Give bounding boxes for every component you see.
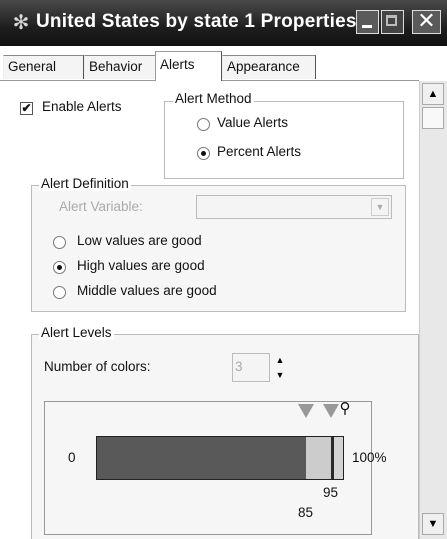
alert-method-legend: Alert Method (173, 91, 254, 106)
color-segment-high[interactable] (331, 437, 334, 479)
color-segment-mid[interactable] (306, 437, 331, 479)
number-of-colors-input[interactable]: 3 (232, 353, 270, 382)
value-alerts-label: Value Alerts (217, 115, 289, 130)
tab-appearance[interactable]: Appearance (222, 55, 316, 79)
threshold-95-label: 95 (323, 485, 339, 500)
value-alerts-radio[interactable] (197, 118, 210, 131)
window-title: United States by state 1 Properties (36, 11, 357, 32)
alert-variable-select[interactable]: ▼ (196, 195, 392, 219)
low-values-good-label: Low values are good (77, 233, 202, 248)
low-values-good-radio[interactable] (53, 236, 66, 249)
scroll-thumb[interactable] (422, 107, 444, 129)
chevron-down-icon[interactable]: ▼ (371, 198, 389, 216)
number-of-colors-stepper[interactable]: ▲ ▼ (272, 353, 288, 382)
tab-strip: General Behavior Alerts Appearance (0, 51, 447, 81)
alert-definition-legend: Alert Definition (39, 176, 131, 191)
close-button[interactable]: ✕ (412, 10, 441, 34)
high-values-good-radio[interactable] (53, 261, 66, 274)
alert-levels-legend: Alert Levels (39, 325, 114, 340)
vertical-scrollbar[interactable]: ▲ ▼ (419, 81, 447, 539)
color-segment-low[interactable] (97, 437, 306, 479)
middle-values-good-label: Middle values are good (77, 283, 217, 298)
wrench-star-icon: ✻ (12, 12, 30, 34)
properties-dialog: ✻ United States by state 1 Properties ✕ … (0, 0, 447, 539)
threshold-85-marker[interactable] (298, 404, 314, 418)
middle-values-good-radio[interactable] (53, 286, 66, 299)
enable-alerts-checkbox[interactable]: ✔ (20, 102, 33, 115)
scroll-up-icon[interactable]: ▲ (422, 83, 444, 105)
threshold-85-label: 85 (298, 505, 314, 520)
title-bar[interactable]: ✻ United States by state 1 Properties ✕ (0, 0, 447, 46)
number-of-colors-label: Number of colors: (44, 359, 151, 374)
alert-variable-label: Alert Variable: (59, 199, 143, 214)
percent-alerts-radio[interactable] (197, 147, 210, 160)
alert-method-group (164, 101, 404, 179)
maximize-button[interactable] (381, 10, 404, 34)
minimize-button[interactable] (356, 10, 379, 34)
enable-alerts-label: Enable Alerts (42, 99, 122, 114)
tab-alerts[interactable]: Alerts (155, 51, 222, 81)
alert-color-bar[interactable] (96, 436, 344, 480)
high-values-good-label: High values are good (77, 258, 205, 273)
range-max-label: 100% (352, 450, 387, 465)
range-min-label: 0 (68, 450, 76, 465)
magnifier-icon[interactable]: ⚲ (336, 400, 354, 418)
tab-behavior[interactable]: Behavior (84, 55, 158, 79)
tab-general[interactable]: General (3, 55, 84, 79)
stepper-down-icon[interactable]: ▼ (272, 368, 288, 382)
stepper-up-icon[interactable]: ▲ (272, 353, 288, 367)
scroll-down-icon[interactable]: ▼ (422, 513, 444, 535)
percent-alerts-label: Percent Alerts (217, 144, 302, 159)
